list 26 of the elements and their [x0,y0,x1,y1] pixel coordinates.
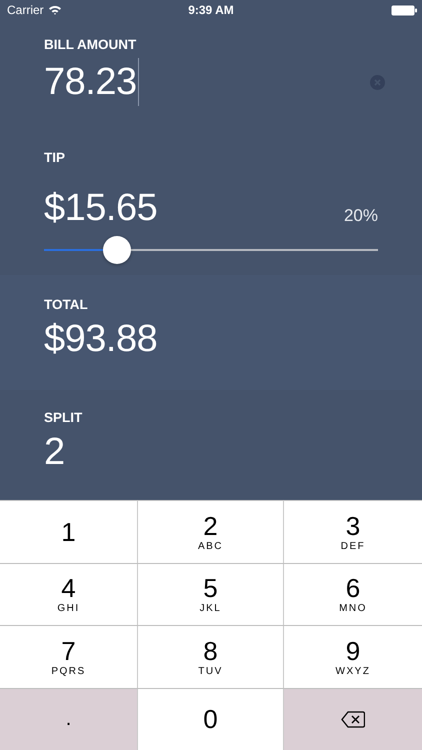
total-label: TOTAL [44,297,89,312]
split-label: SPLIT [44,410,84,425]
carrier-label: Carrier [7,3,44,17]
keypad-key[interactable]: 2 ABC [138,501,284,562]
keypad-key[interactable]: 0 [138,688,284,750]
tip-percent: 20% [344,206,378,227]
tip-label: TIP [44,150,66,165]
keypad-key[interactable]: 4 GHI [0,564,138,625]
keypad-key[interactable]: 3 DEF [284,501,422,562]
keypad-key[interactable]: 9 WXYZ [284,626,422,688]
split-count: 2 [44,431,66,474]
wifi-icon [48,5,62,15]
keypad-key[interactable]: 7 PQRS [0,626,138,688]
total-amount: $93.88 [44,318,158,361]
status-time: 9:39 AM [188,3,234,17]
keypad-key[interactable]: 8 TUV [138,626,284,688]
keypad-key[interactable]: 1 [0,501,138,562]
keypad-key[interactable]: 5 JKL [138,564,284,625]
keypad-key[interactable]: 6 MNO [284,564,422,625]
tip-amount: $15.65 [44,187,158,230]
decimal-key[interactable]: . [0,688,138,750]
bill-amount-field[interactable]: 78.23 [44,58,140,106]
slider-thumb[interactable] [103,236,132,264]
bill-amount-label: BILL AMOUNT [44,37,138,52]
backspace-icon [341,710,365,728]
battery-icon [391,4,417,16]
